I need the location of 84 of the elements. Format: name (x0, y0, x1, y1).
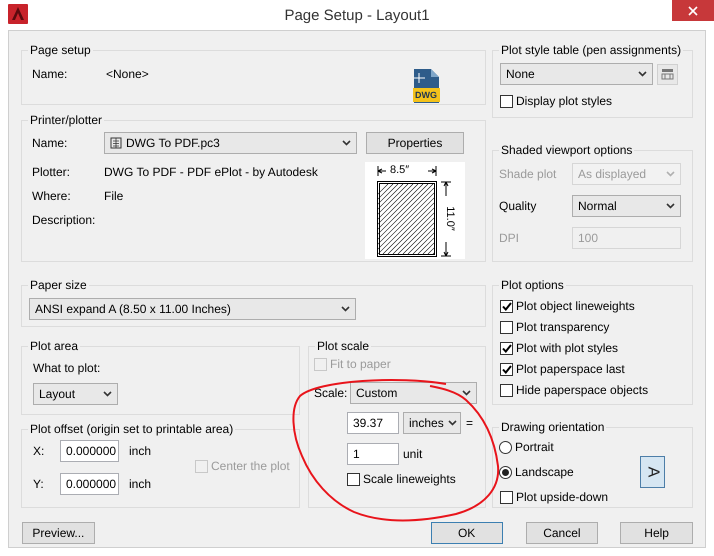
chevron-down-icon (103, 391, 112, 397)
chevron-down-icon (666, 203, 675, 209)
label: What to plot: (33, 361, 100, 375)
input-field[interactable]: 0.000000 (60, 473, 119, 495)
label: Name: (32, 66, 68, 83)
group-title: Plot options (500, 277, 565, 294)
dialog-button[interactable]: Preview... (22, 522, 95, 544)
dwg-file-icon: DWG (411, 69, 441, 103)
checkbox-label: Center the plot (211, 458, 290, 475)
checkbox-label: Scale lineweights (363, 471, 456, 488)
label: Name: (32, 135, 68, 152)
table-icon (661, 68, 674, 80)
group-title: Plot scale (316, 338, 370, 355)
chevron-down-icon (341, 306, 350, 312)
chevron-down-icon (462, 390, 471, 396)
dropdown[interactable]: None (500, 63, 653, 85)
checkbox[interactable] (500, 320, 513, 334)
label: inch (129, 443, 152, 460)
input-field[interactable]: 39.37 (347, 412, 399, 434)
group-title: Page setup (29, 42, 92, 59)
label: Shade plot (499, 166, 558, 183)
radio-button[interactable] (499, 440, 512, 454)
dropdown[interactable]: Normal (572, 195, 681, 217)
edit-button[interactable] (657, 64, 678, 84)
label: File (104, 188, 124, 205)
checkbox-label: Plot paperspace last (516, 361, 625, 378)
dropdown[interactable]: ANSI expand A (8.50 x 11.00 Inches) (29, 298, 356, 320)
label: X: (33, 443, 46, 460)
group-title: Plot area (29, 338, 80, 355)
label: Where: (32, 188, 72, 205)
printer-icon (110, 137, 122, 149)
label: <None> (106, 66, 149, 83)
label: DPI (499, 230, 520, 247)
chevron-down-icon (666, 171, 675, 177)
checkbox[interactable] (347, 472, 360, 486)
close-icon (688, 6, 698, 16)
group-title: Printer/plotter (29, 112, 104, 129)
checkbox[interactable] (500, 384, 513, 396)
checkbox[interactable] (500, 490, 513, 504)
orientation-letter: A (644, 466, 660, 478)
checkbox-label: Plot transparency (516, 319, 610, 336)
radio-button[interactable] (499, 466, 512, 478)
chevron-down-icon (448, 420, 457, 426)
label: Description: (32, 212, 96, 229)
label: Quality (499, 198, 538, 215)
checkbox-label: Display plot styles (516, 93, 612, 110)
checkbox-label: Plot object lineweights (516, 298, 635, 315)
group-title: Drawing orientation (500, 419, 606, 436)
group-title: Shaded viewport options (500, 142, 634, 159)
checkbox-label: Plot upside-down (516, 489, 608, 506)
chevron-down-icon (342, 140, 351, 146)
input-field[interactable]: 0.000000 (60, 440, 119, 462)
radio-label: Landscape (515, 464, 574, 481)
label: inch (129, 476, 152, 493)
checkbox-label: Fit to paper (330, 356, 391, 373)
checkbox-label: Hide paperspace objects (516, 382, 648, 399)
checkbox[interactable] (500, 300, 513, 312)
dialog-button[interactable]: Properties (366, 132, 464, 154)
label: unit (403, 446, 422, 463)
chevron-down-icon (638, 71, 647, 77)
dialog-button[interactable]: Cancel (526, 522, 598, 544)
app-logo-icon (8, 4, 28, 24)
dropdown[interactable]: inches (403, 412, 461, 434)
group-title: Paper size (29, 277, 88, 294)
dropdown[interactable]: Layout (33, 383, 118, 405)
close-button[interactable] (672, 0, 714, 21)
checkbox-label: Plot with plot styles (516, 340, 618, 357)
checkbox[interactable] (500, 362, 513, 376)
label: DWG To PDF - PDF ePlot - by Autodesk (104, 164, 318, 181)
group-title: Plot offset (origin set to printable area) (29, 421, 234, 438)
group-title: Plot style table (pen assignments) (500, 42, 682, 59)
checkbox[interactable] (500, 94, 513, 108)
label: Plotter: (32, 164, 72, 181)
checkbox[interactable] (500, 342, 513, 354)
dropdown[interactable]: Custom (350, 382, 477, 404)
dropdown[interactable]: DWG To PDF.pc3 (104, 132, 357, 154)
label: Y: (33, 476, 45, 493)
dialog-button[interactable]: OK (430, 522, 502, 544)
label: Scale: (314, 385, 348, 402)
window-title: Page Setup - Layout1 (284, 6, 430, 26)
dialog-button[interactable]: Help (620, 522, 693, 544)
input-field[interactable]: 1 (347, 443, 399, 465)
radio-label: Portrait (515, 439, 554, 456)
label: = (466, 415, 474, 432)
